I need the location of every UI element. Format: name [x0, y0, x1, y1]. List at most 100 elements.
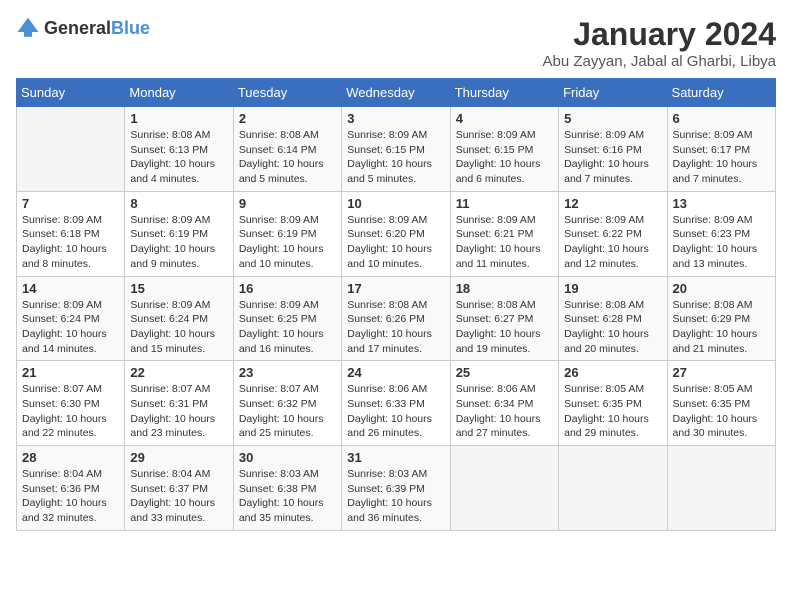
- day-number: 12: [564, 196, 661, 211]
- calendar-cell: 9Sunrise: 8:09 AM Sunset: 6:19 PM Daylig…: [233, 191, 341, 276]
- day-info: Sunrise: 8:07 AM Sunset: 6:31 PM Dayligh…: [130, 382, 227, 441]
- calendar-cell: [17, 107, 125, 192]
- day-info: Sunrise: 8:09 AM Sunset: 6:23 PM Dayligh…: [673, 213, 770, 272]
- calendar-cell: 22 Sunrise: 8:07 AM Sunset: 6:31 PM Dayli…: [125, 361, 233, 446]
- calendar-cell: 2 Sunrise: 8:08 AM Sunset: 6:14 PM Daylig…: [233, 107, 341, 192]
- day-info: Sunrise: 8:09 AM Sunset: 6:24 PM Dayligh…: [130, 298, 227, 357]
- day-number: 19: [564, 281, 661, 296]
- day-number: 4: [456, 111, 553, 126]
- calendar-cell: [450, 446, 558, 531]
- weekday-header-tuesday: Tuesday: [233, 79, 341, 107]
- logo-icon: [16, 16, 40, 40]
- calendar-cell: 4Sunrise: 8:09 AM Sunset: 6:15 PM Daylig…: [450, 107, 558, 192]
- calendar-cell: 23 Sunrise: 8:07 AM Sunset: 6:32 PM Dayli…: [233, 361, 341, 446]
- day-info: Sunrise: 8:08 AM Sunset: 6:14 PM Dayligh…: [239, 128, 336, 187]
- day-info: Sunrise: 8:09 AM Sunset: 6:16 PM Dayligh…: [564, 128, 661, 187]
- calendar-cell: 15 Sunrise: 8:09 AM Sunset: 6:24 PM Dayli…: [125, 276, 233, 361]
- day-info: Sunrise: 8:08 AM Sunset: 6:13 PM Dayligh…: [130, 128, 227, 187]
- day-number: 15: [130, 281, 227, 296]
- logo: GeneralBlue: [16, 16, 150, 40]
- day-number: 20: [673, 281, 770, 296]
- day-number: 7: [22, 196, 119, 211]
- calendar-cell: 28Sunrise: 8:04 AM Sunset: 6:36 PM Dayli…: [17, 446, 125, 531]
- calendar-cell: 30 Sunrise: 8:03 AM Sunset: 6:38 PM Dayli…: [233, 446, 341, 531]
- weekday-header-saturday: Saturday: [667, 79, 775, 107]
- day-info: Sunrise: 8:09 AM Sunset: 6:22 PM Dayligh…: [564, 213, 661, 272]
- day-info: Sunrise: 8:09 AM Sunset: 6:25 PM Dayligh…: [239, 298, 336, 357]
- day-number: 23: [239, 365, 336, 380]
- day-info: Sunrise: 8:08 AM Sunset: 6:28 PM Dayligh…: [564, 298, 661, 357]
- calendar-cell: 8 Sunrise: 8:09 AM Sunset: 6:19 PM Daylig…: [125, 191, 233, 276]
- calendar-cell: 27 Sunrise: 8:05 AM Sunset: 6:35 PM Dayli…: [667, 361, 775, 446]
- day-info: Sunrise: 8:09 AM Sunset: 6:18 PM Dayligh…: [22, 213, 119, 272]
- calendar-cell: 18 Sunrise: 8:08 AM Sunset: 6:27 PM Dayli…: [450, 276, 558, 361]
- day-number: 22: [130, 365, 227, 380]
- day-number: 17: [347, 281, 444, 296]
- day-number: 8: [130, 196, 227, 211]
- day-number: 3: [347, 111, 444, 126]
- day-info: Sunrise: 8:08 AM Sunset: 6:27 PM Dayligh…: [456, 298, 553, 357]
- calendar-cell: 21Sunrise: 8:07 AM Sunset: 6:30 PM Dayli…: [17, 361, 125, 446]
- day-info: Sunrise: 8:07 AM Sunset: 6:30 PM Dayligh…: [22, 382, 119, 441]
- day-info: Sunrise: 8:03 AM Sunset: 6:39 PM Dayligh…: [347, 467, 444, 526]
- weekday-header-row: SundayMondayTuesdayWednesdayThursdayFrid…: [17, 79, 776, 107]
- calendar-cell: 19 Sunrise: 8:08 AM Sunset: 6:28 PM Dayli…: [559, 276, 667, 361]
- day-number: 2: [239, 111, 336, 126]
- day-number: 11: [456, 196, 553, 211]
- weekday-header-thursday: Thursday: [450, 79, 558, 107]
- day-number: 24: [347, 365, 444, 380]
- day-number: 31: [347, 450, 444, 465]
- day-number: 26: [564, 365, 661, 380]
- day-number: 6: [673, 111, 770, 126]
- day-info: Sunrise: 8:03 AM Sunset: 6:38 PM Dayligh…: [239, 467, 336, 526]
- day-info: Sunrise: 8:04 AM Sunset: 6:37 PM Dayligh…: [130, 467, 227, 526]
- weekday-header-wednesday: Wednesday: [342, 79, 450, 107]
- calendar-cell: 13 Sunrise: 8:09 AM Sunset: 6:23 PM Dayli…: [667, 191, 775, 276]
- location-subtitle: Abu Zayyan, Jabal al Gharbi, Libya: [543, 53, 776, 70]
- day-info: Sunrise: 8:04 AM Sunset: 6:36 PM Dayligh…: [22, 467, 119, 526]
- day-number: 29: [130, 450, 227, 465]
- day-number: 13: [673, 196, 770, 211]
- day-number: 30: [239, 450, 336, 465]
- day-info: Sunrise: 8:08 AM Sunset: 6:29 PM Dayligh…: [673, 298, 770, 357]
- calendar-cell: 16Sunrise: 8:09 AM Sunset: 6:25 PM Dayli…: [233, 276, 341, 361]
- calendar-cell: 14 Sunrise: 8:09 AM Sunset: 6:24 PM Dayli…: [17, 276, 125, 361]
- day-number: 14: [22, 281, 119, 296]
- calendar-cell: 7 Sunrise: 8:09 AM Sunset: 6:18 PM Daylig…: [17, 191, 125, 276]
- day-number: 10: [347, 196, 444, 211]
- day-number: 27: [673, 365, 770, 380]
- calendar-cell: 17 Sunrise: 8:08 AM Sunset: 6:26 PM Dayli…: [342, 276, 450, 361]
- calendar-week-row: 14 Sunrise: 8:09 AM Sunset: 6:24 PM Dayli…: [17, 276, 776, 361]
- day-info: Sunrise: 8:07 AM Sunset: 6:32 PM Dayligh…: [239, 382, 336, 441]
- calendar-week-row: 21Sunrise: 8:07 AM Sunset: 6:30 PM Dayli…: [17, 361, 776, 446]
- calendar-cell: 6 Sunrise: 8:09 AM Sunset: 6:17 PM Daylig…: [667, 107, 775, 192]
- day-info: Sunrise: 8:06 AM Sunset: 6:33 PM Dayligh…: [347, 382, 444, 441]
- day-number: 18: [456, 281, 553, 296]
- day-info: Sunrise: 8:09 AM Sunset: 6:21 PM Dayligh…: [456, 213, 553, 272]
- calendar-table: SundayMondayTuesdayWednesdayThursdayFrid…: [16, 78, 776, 531]
- day-info: Sunrise: 8:09 AM Sunset: 6:24 PM Dayligh…: [22, 298, 119, 357]
- weekday-header-friday: Friday: [559, 79, 667, 107]
- day-info: Sunrise: 8:09 AM Sunset: 6:17 PM Dayligh…: [673, 128, 770, 187]
- calendar-cell: 26 Sunrise: 8:05 AM Sunset: 6:35 PM Dayli…: [559, 361, 667, 446]
- day-info: Sunrise: 8:08 AM Sunset: 6:26 PM Dayligh…: [347, 298, 444, 357]
- calendar-cell: 10 Sunrise: 8:09 AM Sunset: 6:20 PM Dayli…: [342, 191, 450, 276]
- calendar-cell: 1Sunrise: 8:08 AM Sunset: 6:13 PM Daylig…: [125, 107, 233, 192]
- page-header: GeneralBlue January 2024 Abu Zayyan, Jab…: [16, 16, 776, 70]
- calendar-cell: 5 Sunrise: 8:09 AM Sunset: 6:16 PM Daylig…: [559, 107, 667, 192]
- calendar-cell: 24 Sunrise: 8:06 AM Sunset: 6:33 PM Dayli…: [342, 361, 450, 446]
- calendar-cell: 31 Sunrise: 8:03 AM Sunset: 6:39 PM Dayli…: [342, 446, 450, 531]
- weekday-header-monday: Monday: [125, 79, 233, 107]
- calendar-cell: [559, 446, 667, 531]
- day-info: Sunrise: 8:05 AM Sunset: 6:35 PM Dayligh…: [564, 382, 661, 441]
- day-info: Sunrise: 8:05 AM Sunset: 6:35 PM Dayligh…: [673, 382, 770, 441]
- calendar-cell: [667, 446, 775, 531]
- calendar-week-row: 28Sunrise: 8:04 AM Sunset: 6:36 PM Dayli…: [17, 446, 776, 531]
- logo-text-general: General: [44, 18, 111, 38]
- calendar-cell: 25Sunrise: 8:06 AM Sunset: 6:34 PM Dayli…: [450, 361, 558, 446]
- day-number: 5: [564, 111, 661, 126]
- title-block: January 2024 Abu Zayyan, Jabal al Gharbi…: [543, 16, 776, 70]
- day-info: Sunrise: 8:09 AM Sunset: 6:20 PM Dayligh…: [347, 213, 444, 272]
- day-info: Sunrise: 8:09 AM Sunset: 6:19 PM Dayligh…: [130, 213, 227, 272]
- day-info: Sunrise: 8:09 AM Sunset: 6:15 PM Dayligh…: [347, 128, 444, 187]
